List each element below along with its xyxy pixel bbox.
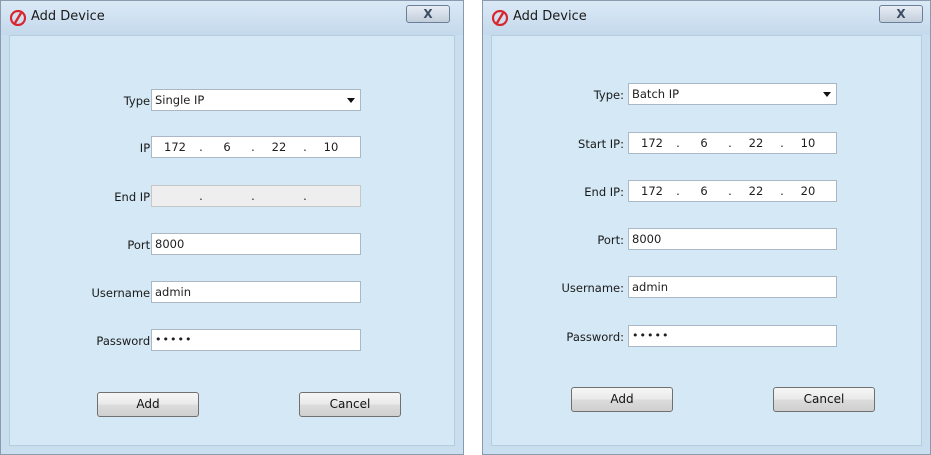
dialog-title: Add Device bbox=[513, 9, 587, 24]
ip-dot: . bbox=[780, 136, 784, 150]
end-ip-octet-1[interactable]: 172 bbox=[632, 181, 672, 201]
type-dropdown[interactable]: Single IP bbox=[151, 89, 361, 111]
password-label: Password: bbox=[566, 330, 624, 344]
end-ip-label: End IP: bbox=[114, 190, 154, 204]
type-dropdown[interactable]: Batch IP bbox=[628, 83, 837, 105]
end-ip-label: End IP: bbox=[584, 185, 624, 199]
end-ip-octet-2 bbox=[207, 186, 247, 206]
chevron-down-icon[interactable] bbox=[823, 92, 831, 97]
start-ip-octet-2[interactable]: 6 bbox=[684, 133, 724, 153]
type-dropdown-value: Batch IP bbox=[632, 87, 680, 101]
username-label: Username: bbox=[561, 281, 625, 295]
username-label: Username: bbox=[91, 286, 155, 300]
chevron-down-icon[interactable] bbox=[347, 98, 355, 103]
type-label: Type: bbox=[593, 88, 624, 102]
ip-dot: . bbox=[303, 189, 307, 203]
ip-dot: . bbox=[676, 184, 680, 198]
start-ip-label: Start IP: bbox=[578, 137, 624, 151]
ip-dot: . bbox=[251, 140, 255, 154]
port-input[interactable]: 8000 bbox=[628, 228, 837, 250]
port-input[interactable]: 8000 bbox=[151, 233, 361, 255]
cancel-button[interactable]: Cancel bbox=[299, 392, 401, 417]
port-label: Port: bbox=[597, 233, 624, 247]
end-ip-octet-3 bbox=[259, 186, 299, 206]
end-ip-octet-1 bbox=[155, 186, 195, 206]
ip-dot: . bbox=[780, 184, 784, 198]
type-dropdown-value: Single IP bbox=[155, 93, 205, 107]
title-bar[interactable]: Add Device X bbox=[483, 1, 930, 35]
close-icon: X bbox=[423, 7, 433, 21]
add-device-dialog-batch: Add Device X Type: Batch IP Start IP: 17… bbox=[482, 0, 931, 455]
ip-dot: . bbox=[199, 140, 203, 154]
dialog-title: Add Device bbox=[31, 9, 105, 24]
add-button[interactable]: Add bbox=[571, 387, 673, 412]
ip-dot: . bbox=[728, 184, 732, 198]
close-button[interactable]: X bbox=[406, 5, 450, 23]
close-icon: X bbox=[896, 7, 906, 21]
password-label: Password: bbox=[96, 334, 154, 348]
ip-octet-4[interactable]: 10 bbox=[311, 137, 351, 157]
ip-octet-2[interactable]: 6 bbox=[207, 137, 247, 157]
title-bar[interactable]: Add Device X bbox=[1, 1, 463, 35]
app-logo-icon bbox=[492, 10, 508, 26]
password-input[interactable]: ••••• bbox=[151, 329, 361, 351]
cancel-button[interactable]: Cancel bbox=[773, 387, 875, 412]
ip-dot: . bbox=[199, 189, 203, 203]
start-ip-octet-4[interactable]: 10 bbox=[788, 133, 828, 153]
start-ip-octet-3[interactable]: 22 bbox=[736, 133, 776, 153]
end-ip-octet-2[interactable]: 6 bbox=[684, 181, 724, 201]
app-logo-icon bbox=[10, 10, 26, 26]
username-input[interactable]: admin bbox=[151, 281, 361, 303]
username-input[interactable]: admin bbox=[628, 276, 837, 298]
ip-dot: . bbox=[251, 189, 255, 203]
end-ip-octet-4 bbox=[311, 186, 351, 206]
end-ip-field-disabled: . . . bbox=[151, 185, 361, 207]
close-button[interactable]: X bbox=[879, 5, 923, 23]
start-ip-octet-1[interactable]: 172 bbox=[632, 133, 672, 153]
port-label: Port: bbox=[127, 238, 154, 252]
start-ip-field[interactable]: 172 . 6 . 22 . 10 bbox=[628, 132, 837, 154]
password-input[interactable]: ••••• bbox=[628, 325, 837, 347]
ip-dot: . bbox=[728, 136, 732, 150]
add-device-dialog-single: Add Device X Type: Single IP IP: 172 . 6… bbox=[0, 0, 464, 455]
add-button[interactable]: Add bbox=[97, 392, 199, 417]
ip-octet-1[interactable]: 172 bbox=[155, 137, 195, 157]
type-label: Type: bbox=[123, 94, 154, 108]
end-ip-octet-4[interactable]: 20 bbox=[788, 181, 828, 201]
end-ip-octet-3[interactable]: 22 bbox=[736, 181, 776, 201]
ip-dot: . bbox=[676, 136, 680, 150]
ip-octet-3[interactable]: 22 bbox=[259, 137, 299, 157]
ip-dot: . bbox=[303, 140, 307, 154]
end-ip-field[interactable]: 172 . 6 . 22 . 20 bbox=[628, 180, 837, 202]
ip-address-field[interactable]: 172 . 6 . 22 . 10 bbox=[151, 136, 361, 158]
